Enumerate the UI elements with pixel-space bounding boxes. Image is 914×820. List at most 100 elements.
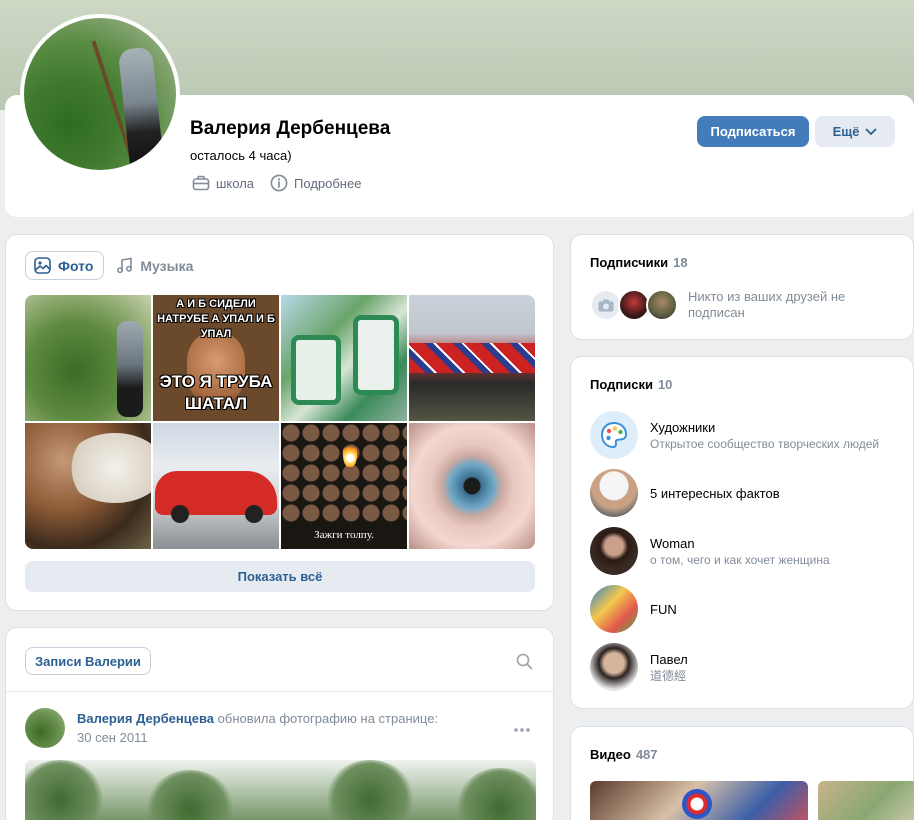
profile-status: осталось 4 часа) [190,148,292,163]
subscriptions-title[interactable]: Подписки 10 [590,377,672,392]
videos-card: Видео 487 [570,726,914,820]
wall-divider [6,691,553,692]
media-tabs: Фото Музыка [25,251,203,280]
photo-thumbnail-guinea-pig[interactable] [25,423,151,549]
followers-title[interactable]: Подписчики 18 [590,255,688,270]
ride-flag [409,343,535,373]
subscribe-button[interactable]: Подписаться [697,116,809,147]
school-info[interactable]: школа [192,175,254,191]
chevron-down-icon [866,128,877,135]
post-author-avatar[interactable] [25,708,65,748]
tab-music-label: Музыка [140,257,194,274]
subscription-name: 5 интересных фактов [650,485,780,501]
subscription-name: Woman [650,535,695,551]
car-wheel [245,505,263,523]
subscription-avatar [590,411,638,459]
subscription-desc: Открытое сообщество творческих людей [650,436,880,451]
subscription-avatar [590,469,638,517]
show-all-photos-button[interactable]: Показать всё [25,561,535,592]
followers-card: Подписчики 18 Никто из ваших друзей не по… [570,234,914,340]
more-button-label: Ещё [832,124,860,139]
video-thumbnail[interactable] [590,781,808,820]
tab-photos[interactable]: Фото [25,251,105,280]
post-action-text: обновила фотографию на странице: [214,711,439,726]
post-date[interactable]: 30 сен 2011 [77,730,148,745]
videos-count: 487 [635,747,658,762]
briefcase-icon [192,175,210,191]
search-icon [516,653,533,670]
matches-caption: Зажги толпу. [314,529,374,541]
profile-name: Валерия Дербенцева [190,118,391,139]
post-photo[interactable] [25,760,536,820]
post-menu-button[interactable] [513,721,531,736]
subscription-item-fun[interactable]: FUN [590,585,677,633]
tab-music[interactable]: Музыка [108,251,203,280]
subscription-item-artists[interactable]: Художники Открытое сообщество творческих… [590,411,879,459]
photo-thumbnail-red-car[interactable] [153,423,279,549]
video-thumbnail[interactable] [818,781,914,820]
photo-thumbnail-eye[interactable] [409,423,535,549]
wall-card: Записи Валерии Валерия Дербенцева обнови… [5,627,554,820]
more-horizontal-icon [514,728,530,732]
post-author-link[interactable]: Валерия Дербенцева [77,711,214,726]
camera-icon [598,299,614,311]
subscriptions-card: Подписки 10 Художники Открытое сообщество… [570,356,914,709]
post-photo-tree [325,760,415,820]
photo-grid: А И Б СИДЕЛИ НАТРУБЕ А УПАЛ И Б УПАЛ ЭТО… [25,295,535,549]
more-button[interactable]: Ещё [815,116,895,147]
profile-meta-row: школа Подробнее [192,174,371,192]
subscription-avatar [590,585,638,633]
match-heads [281,423,407,523]
tab-photos-label: Фото [58,257,94,274]
followers-row: Никто из ваших друзей не подписан [590,289,868,321]
palette-icon [600,421,628,449]
ride-seat [291,335,341,405]
match-flame [343,437,357,467]
photo-thumbnail-meme[interactable]: А И Б СИДЕЛИ НАТРУБЕ А УПАЛ И Б УПАЛ ЭТО… [153,295,279,421]
video-clown [682,789,712,819]
photo-thumbnail-forest[interactable] [25,295,151,421]
wall-posts-tab[interactable]: Записи Валерии [25,647,151,675]
subscription-name: Павел [650,651,688,667]
photo-thumbnail-ride[interactable] [281,295,407,421]
school-label: школа [216,175,255,191]
post-photo-tree [455,768,536,820]
subscriptions-title-label: Подписки [590,377,653,392]
subscription-name: Художники [650,419,716,435]
post-photo-tree [25,760,105,820]
photos-card: Фото Музыка А И Б СИДЕЛИ НАТРУБЕ А УПАЛ … [5,234,554,611]
subscription-avatar [590,527,638,575]
post-photo-tree [145,770,235,820]
details-label: Подробнее [294,175,362,191]
subscription-name: FUN [650,601,677,617]
info-icon [270,174,288,192]
details-link[interactable]: Подробнее [270,174,361,192]
image-icon [34,257,51,274]
followers-title-label: Подписчики [590,255,669,270]
subscription-item-facts[interactable]: 5 интересных фактов [590,469,780,517]
guinea-pig-fur [65,433,151,503]
meme-bottom-text: ЭТО Я ТРУБА ШАТАЛ [159,372,273,413]
subscription-item-pavel[interactable]: Павел 道德經 [590,643,688,691]
wall-search-button[interactable] [516,653,533,673]
subscription-desc: 道德經 [650,668,687,683]
photo-thumbnail-flag-ride[interactable] [409,295,535,421]
post-header: Валерия Дербенцева обновила фотографию н… [77,711,438,726]
subscription-desc: о том, чего и как хочет женщина [650,552,830,567]
profile-avatar[interactable] [20,14,180,174]
avatar-photo-figure [117,46,165,170]
ride-seat [353,315,399,395]
follower-avatar[interactable] [646,289,678,321]
music-note-icon [117,257,133,274]
car-wheel [171,505,189,523]
photo-thumbnail-matches[interactable]: Зажги толпу. [281,423,407,549]
meme-top-text: А И Б СИДЕЛИ НАТРУБЕ А УПАЛ И Б УПАЛ [157,298,275,340]
subscriptions-count: 10 [657,377,673,392]
subscription-item-woman[interactable]: Woman о том, чего и как хочет женщина [590,527,830,575]
followers-note: Никто из ваших друзей не подписан [688,289,846,320]
videos-title-label: Видео [590,747,631,762]
subscription-avatar [590,643,638,691]
videos-title[interactable]: Видео 487 [590,747,658,762]
photo-figure [117,321,143,417]
followers-count: 18 [673,255,688,270]
